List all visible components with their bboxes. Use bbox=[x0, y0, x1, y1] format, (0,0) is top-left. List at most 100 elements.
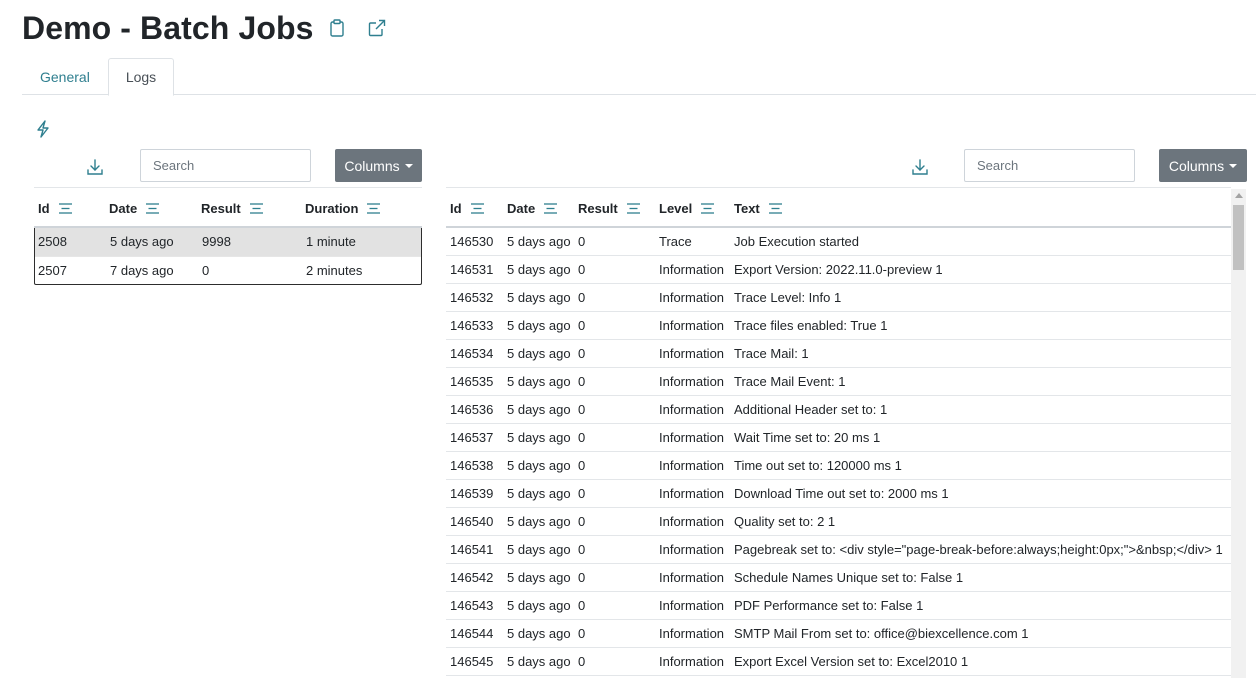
cell-result: 0 bbox=[578, 290, 586, 305]
download-icon[interactable] bbox=[911, 158, 931, 176]
cell-result: 0 bbox=[578, 598, 586, 613]
cell-text: Trace Mail Event: 1 bbox=[734, 374, 846, 389]
clipboard-icon[interactable] bbox=[326, 17, 348, 39]
table-row[interactable]: 146535 5 days ago 0 Information Trace Mail E… bbox=[446, 368, 1231, 396]
filter-lines-icon[interactable] bbox=[768, 202, 782, 214]
jobs-grid-header: Id Date Result Duration bbox=[34, 187, 422, 228]
cell-text: SMTP Mail From set to: office@biexcellen… bbox=[734, 626, 1029, 641]
cell-result: 0 bbox=[578, 626, 586, 641]
table-row[interactable]: 146536 5 days ago 0 Information Additional H… bbox=[446, 396, 1231, 424]
cell-date: 5 days ago bbox=[507, 346, 571, 361]
cell-level: Information bbox=[659, 598, 725, 613]
filter-lines-icon[interactable] bbox=[249, 202, 263, 214]
cell-date: 5 days ago bbox=[507, 570, 571, 585]
cell-date: 5 days ago bbox=[507, 430, 571, 445]
cell-level: Information bbox=[659, 290, 725, 305]
table-row[interactable]: 146531 5 days ago 0 Information Export Versi… bbox=[446, 256, 1231, 284]
column-header-duration[interactable]: Duration bbox=[305, 188, 381, 228]
table-row[interactable]: 146544 5 days ago 0 Information SMTP Mail Fr… bbox=[446, 620, 1231, 648]
cell-id: 2507 bbox=[38, 263, 67, 278]
table-row[interactable]: 146542 5 days ago 0 Information Schedule Nam… bbox=[446, 564, 1231, 592]
cell-result: 0 bbox=[578, 346, 586, 361]
table-row[interactable]: 146537 5 days ago 0 Information Wait Time se… bbox=[446, 424, 1231, 452]
table-row[interactable]: 2507 7 days ago 0 2 minutes bbox=[35, 256, 421, 284]
column-header-result[interactable]: Result bbox=[201, 188, 263, 228]
table-row[interactable]: 146532 5 days ago 0 Information Trace Level:… bbox=[446, 284, 1231, 312]
filter-lines-icon[interactable] bbox=[58, 202, 72, 214]
right-search-input[interactable] bbox=[964, 149, 1135, 182]
tab-logs[interactable]: Logs bbox=[107, 58, 175, 96]
cell-result: 0 bbox=[578, 234, 586, 249]
column-header-date[interactable]: Date bbox=[507, 188, 558, 228]
cell-level: Information bbox=[659, 402, 725, 417]
column-header-id[interactable]: Id bbox=[38, 188, 72, 228]
cell-duration: 1 minute bbox=[306, 234, 356, 249]
column-header-text[interactable]: Text bbox=[734, 188, 782, 228]
cell-id: 146541 bbox=[450, 542, 494, 557]
cell-result: 9998 bbox=[202, 234, 231, 249]
cell-id: 146533 bbox=[450, 318, 494, 333]
filter-lines-icon[interactable] bbox=[146, 202, 160, 214]
external-link-icon[interactable] bbox=[366, 17, 388, 39]
cell-date: 5 days ago bbox=[507, 654, 571, 669]
cell-level: Information bbox=[659, 570, 725, 585]
filter-lines-icon[interactable] bbox=[701, 202, 715, 214]
cell-result: 0 bbox=[578, 514, 586, 529]
table-row[interactable]: 146538 5 days ago 0 Information Time out set… bbox=[446, 452, 1231, 480]
table-row[interactable]: 2508 5 days ago 9998 1 minute bbox=[35, 228, 421, 256]
cell-level: Information bbox=[659, 458, 725, 473]
cell-text: PDF Performance set to: False 1 bbox=[734, 598, 924, 613]
table-row[interactable]: 146534 5 days ago 0 Information Trace Mail: … bbox=[446, 340, 1231, 368]
cell-text: Wait Time set to: 20 ms 1 bbox=[734, 430, 881, 445]
cell-level: Information bbox=[659, 654, 725, 669]
cell-id: 146530 bbox=[450, 234, 494, 249]
column-header-level[interactable]: Level bbox=[659, 188, 715, 228]
log-grid-body: 146530 5 days ago 0 Trace Job Execution star… bbox=[446, 228, 1231, 676]
log-grid-scrollbar[interactable] bbox=[1231, 189, 1246, 678]
cell-result: 0 bbox=[578, 654, 586, 669]
tab-general[interactable]: General bbox=[22, 58, 108, 95]
left-columns-button[interactable]: Columns bbox=[335, 149, 422, 182]
lightning-bolt-icon[interactable] bbox=[35, 120, 51, 138]
filter-lines-icon[interactable] bbox=[626, 202, 640, 214]
cell-date: 7 days ago bbox=[110, 263, 174, 278]
cell-id: 146534 bbox=[450, 346, 494, 361]
scroll-up-icon[interactable] bbox=[1235, 193, 1243, 198]
table-row[interactable]: 146530 5 days ago 0 Trace Job Execution star… bbox=[446, 228, 1231, 256]
column-header-id[interactable]: Id bbox=[450, 188, 484, 228]
left-search-input[interactable] bbox=[140, 149, 311, 182]
column-header-label: Duration bbox=[305, 200, 359, 216]
cell-text: Download Time out set to: 2000 ms 1 bbox=[734, 486, 949, 501]
column-header-label: Result bbox=[201, 200, 241, 216]
cell-text: Trace Mail: 1 bbox=[734, 346, 809, 361]
filter-lines-icon[interactable] bbox=[544, 202, 558, 214]
filter-lines-icon[interactable] bbox=[367, 202, 381, 214]
cell-result: 0 bbox=[578, 486, 586, 501]
cell-text: Quality set to: 2 1 bbox=[734, 514, 836, 529]
table-row[interactable]: 146545 5 days ago 0 Information Export Excel… bbox=[446, 648, 1231, 676]
table-row[interactable]: 146533 5 days ago 0 Information Trace files … bbox=[446, 312, 1231, 340]
table-row[interactable]: 146543 5 days ago 0 Information PDF Performa… bbox=[446, 592, 1231, 620]
cell-text: Trace files enabled: True 1 bbox=[734, 318, 888, 333]
cell-result: 0 bbox=[578, 458, 586, 473]
right-columns-button[interactable]: Columns bbox=[1159, 149, 1247, 182]
column-header-label: Text bbox=[734, 200, 760, 216]
table-row[interactable]: 146539 5 days ago 0 Information Download Tim… bbox=[446, 480, 1231, 508]
right-columns-label: Columns bbox=[1168, 157, 1225, 174]
cell-id: 146544 bbox=[450, 626, 494, 641]
cell-result: 0 bbox=[578, 262, 586, 277]
download-icon[interactable] bbox=[86, 158, 106, 176]
cell-result: 0 bbox=[578, 430, 586, 445]
column-header-date[interactable]: Date bbox=[109, 188, 160, 228]
filter-lines-icon[interactable] bbox=[470, 202, 484, 214]
scroll-thumb[interactable] bbox=[1233, 205, 1244, 270]
table-row[interactable]: 146540 5 days ago 0 Information Quality set … bbox=[446, 508, 1231, 536]
cell-id: 2508 bbox=[38, 234, 67, 249]
cell-result: 0 bbox=[578, 318, 586, 333]
column-header-result[interactable]: Result bbox=[578, 188, 640, 228]
cell-date: 5 days ago bbox=[507, 458, 571, 473]
cell-id: 146532 bbox=[450, 290, 494, 305]
cell-id: 146535 bbox=[450, 374, 494, 389]
table-row[interactable]: 146541 5 days ago 0 Information Pagebreak se… bbox=[446, 536, 1231, 564]
cell-text: Job Execution started bbox=[734, 234, 860, 249]
